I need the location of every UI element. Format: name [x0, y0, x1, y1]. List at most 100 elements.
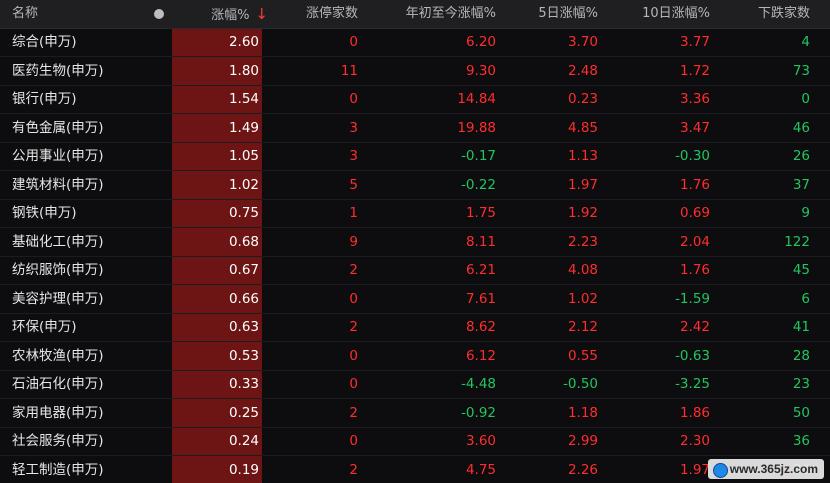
header-10d[interactable]: 10日涨幅% — [598, 0, 710, 28]
down-count: 28 — [792, 347, 810, 364]
ytd-change: 14.84 — [457, 91, 496, 107]
limit-up-count: 2 — [349, 262, 358, 278]
down-count: 46 — [792, 119, 810, 136]
down-count: 4 — [801, 34, 810, 50]
ten-day-change: -3.25 — [675, 376, 710, 392]
change-value: 0.33 — [228, 376, 259, 392]
down-count: 45 — [792, 262, 810, 278]
ytd-change: 8.11 — [465, 233, 496, 250]
five-day-change: 1.13 — [567, 148, 598, 164]
table-row[interactable]: 轻工制造(申万)0.1924.752.261.9730 — [0, 456, 830, 483]
table-row[interactable]: 家用电器(申万) 0.25 2 -0.92 1.18 1.86 50 — [0, 399, 830, 428]
table-row[interactable]: 银行(申万) 1.54 0 14.84 0.23 3.36 0 — [0, 85, 830, 114]
ten-day-change: 2.30 — [679, 433, 710, 449]
table-row[interactable]: 环保(申万) 0.63 2 8.62 2.12 2.42 41 — [0, 313, 830, 342]
table-row[interactable]: 公用事业(申万) 1.05 3 -0.17 1.13 -0.30 26 — [0, 142, 830, 171]
table-row[interactable]: 建筑材料(申万) 1.02 5 -0.22 1.97 1.76 37 — [0, 171, 830, 200]
table-row[interactable]: 有色金属(申万) 1.49 3 19.88 4.85 3.47 46 — [0, 114, 830, 143]
change-value: 0.24 — [228, 433, 259, 449]
ytd-change: -0.17 — [461, 148, 496, 164]
down-count: 0 — [801, 91, 810, 107]
table-row[interactable]: 石油石化(申万) 0.33 0 -4.48 -0.50 -3.25 23 — [0, 370, 830, 399]
change-value: 1.05 — [228, 148, 259, 164]
limit-up-count: 0 — [349, 34, 358, 50]
table-row[interactable]: 基础化工(申万) 0.68 9 8.11 2.23 2.04 122 — [0, 228, 830, 257]
down-count: 50 — [792, 404, 810, 421]
limit-up-count: 0 — [349, 376, 358, 392]
watermark-logo-icon — [712, 463, 728, 478]
header-limit-up[interactable]: 涨停家数 — [262, 0, 358, 28]
industry-name: 轻工制造(申万) — [12, 461, 104, 478]
limit-up-count: 1 — [349, 205, 358, 221]
table-row[interactable]: 农林牧渔(申万) 0.53 0 6.12 0.55 -0.63 28 — [0, 342, 830, 371]
five-day-change: 2.48 — [567, 62, 598, 79]
limit-up-count: 0 — [349, 91, 358, 107]
down-count: 122 — [784, 233, 810, 250]
five-day-change: 4.85 — [567, 119, 598, 136]
column-toggle-dot-icon[interactable] — [154, 9, 164, 19]
limit-up-count: 3 — [349, 148, 358, 164]
change-value: 2.60 — [228, 34, 259, 50]
industry-name: 公用事业(申万) — [12, 148, 104, 164]
industry-name: 银行(申万) — [12, 91, 77, 107]
ten-day-change: 2.42 — [679, 319, 710, 335]
industry-name: 家用电器(申万) — [12, 404, 104, 421]
limit-up-count: 2 — [349, 319, 358, 335]
ytd-change: 1.75 — [465, 205, 496, 221]
table-row[interactable]: 纺织服饰(申万) 0.67 2 6.21 4.08 1.76 45 — [0, 256, 830, 285]
five-day-change: 4.08 — [567, 262, 598, 278]
change-value: 0.68 — [228, 233, 259, 250]
down-count: 36 — [792, 433, 810, 449]
down-count: 9 — [801, 205, 810, 221]
change-value: 0.53 — [228, 347, 259, 364]
limit-up-count: 5 — [349, 176, 358, 193]
down-count: 26 — [792, 148, 810, 164]
five-day-change: -0.50 — [563, 376, 598, 392]
industry-table: 名称 涨幅% ↓ 涨停家数 年初至今涨幅% 5日涨幅% 10日涨幅% 下跌家数 综… — [0, 0, 830, 483]
table-row[interactable]: 医药生物(申万) 1.80 11 9.30 2.48 1.72 73 — [0, 57, 830, 86]
ten-day-change: -0.30 — [675, 148, 710, 164]
ytd-change: 9.30 — [465, 62, 496, 79]
ten-day-change: 1.86 — [679, 404, 710, 421]
watermark: www.365jz.com — [707, 459, 824, 479]
limit-up-count: 3 — [349, 119, 358, 136]
five-day-change: 1.18 — [567, 404, 598, 421]
ytd-change: 19.88 — [457, 119, 496, 136]
table-header: 名称 涨幅% ↓ 涨停家数 年初至今涨幅% 5日涨幅% 10日涨幅% 下跌家数 — [0, 0, 830, 29]
five-day-change: 1.02 — [567, 290, 598, 307]
down-count: 73 — [792, 62, 810, 79]
down-count: 41 — [792, 319, 810, 335]
table-row[interactable]: 美容护理(申万) 0.66 0 7.61 1.02 -1.59 6 — [0, 285, 830, 314]
limit-up-count: 0 — [349, 347, 358, 364]
header-down-count[interactable]: 下跌家数 — [710, 0, 810, 28]
table-row[interactable]: 社会服务(申万) 0.24 0 3.60 2.99 2.30 36 — [0, 427, 830, 456]
ytd-change: -4.48 — [461, 376, 496, 392]
ytd-change: 4.75 — [465, 461, 496, 478]
change-value: 0.66 — [228, 290, 259, 307]
change-value: 1.54 — [228, 91, 259, 107]
industry-name: 美容护理(申万) — [12, 290, 104, 307]
limit-up-count: 2 — [349, 461, 358, 478]
header-5d[interactable]: 5日涨幅% — [496, 0, 598, 28]
ten-day-change: -0.63 — [675, 347, 710, 364]
table-row[interactable]: 综合(申万) 2.60 0 6.20 3.70 3.77 4 — [0, 28, 830, 57]
watermark-text: www.365jz.com — [729, 462, 818, 476]
table-row[interactable]: 钢铁(申万) 0.75 1 1.75 1.92 0.69 9 — [0, 199, 830, 228]
change-value: 0.25 — [228, 404, 259, 421]
ten-day-change: 1.97 — [679, 461, 710, 478]
header-ytd[interactable]: 年初至今涨幅% — [358, 0, 496, 28]
ytd-change: 8.62 — [465, 319, 496, 335]
ten-day-change: 1.76 — [679, 176, 710, 193]
five-day-change: 1.97 — [567, 176, 598, 193]
header-name[interactable]: 名称 — [12, 0, 38, 28]
industry-name: 环保(申万) — [12, 319, 77, 335]
header-change-sorted[interactable]: 涨幅% ↓ — [172, 0, 268, 28]
five-day-change: 2.23 — [567, 233, 598, 250]
industry-name: 社会服务(申万) — [12, 433, 104, 449]
ytd-change: -0.92 — [461, 404, 496, 421]
ytd-change: 7.61 — [465, 290, 496, 307]
change-value: 0.75 — [228, 205, 259, 221]
down-count: 23 — [792, 376, 810, 392]
five-day-change: 2.99 — [567, 433, 598, 449]
five-day-change: 0.55 — [567, 347, 598, 364]
